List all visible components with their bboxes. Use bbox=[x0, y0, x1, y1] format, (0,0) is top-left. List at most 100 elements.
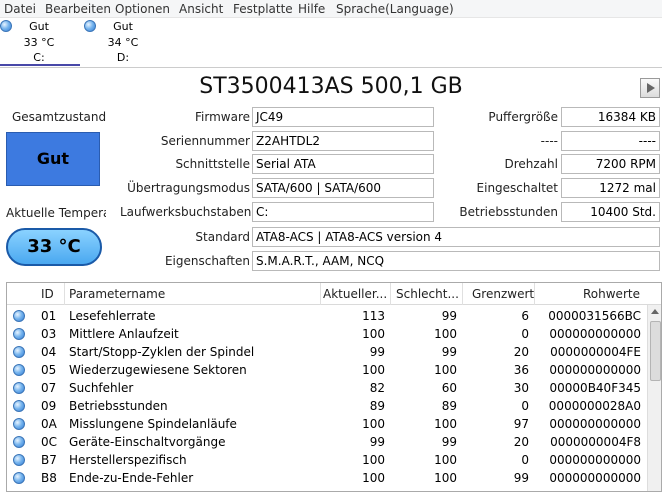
power-on-hours-label: Betriebsstunden bbox=[459, 205, 558, 219]
firmware-value: JC49 bbox=[252, 107, 434, 127]
buffer-value: 16384 KB bbox=[561, 107, 660, 127]
cell-raw: 000000000000 bbox=[549, 417, 641, 431]
cell-id: 0C bbox=[41, 435, 58, 449]
cell-current: 100 bbox=[362, 363, 385, 377]
power-on-count-value: 1272 mal bbox=[561, 178, 660, 198]
cell-id: B7 bbox=[41, 453, 57, 467]
menu-optionen[interactable]: Optionen bbox=[115, 2, 170, 16]
menu-ansicht[interactable]: Ansicht bbox=[179, 2, 223, 16]
col-header-id[interactable]: ID bbox=[41, 287, 54, 301]
disk-tabs: Gut 33 °C C: Gut 34 °C D: bbox=[0, 18, 662, 68]
cell-current: 82 bbox=[369, 381, 385, 395]
cell-id: 07 bbox=[41, 381, 57, 395]
disk-letter: C: bbox=[33, 51, 45, 64]
cell-worst: 100 bbox=[434, 471, 457, 485]
column-divider[interactable] bbox=[462, 283, 463, 305]
cell-worst: 100 bbox=[434, 453, 457, 467]
temperature-badge[interactable]: 33 °C bbox=[6, 228, 102, 266]
cell-raw: 0000000004F8 bbox=[550, 435, 641, 449]
unknown-label: ---- bbox=[540, 134, 558, 148]
cell-current: 113 bbox=[362, 309, 385, 323]
transfer-mode-value: SATA/600 | SATA/600 bbox=[252, 178, 434, 198]
table-row[interactable]: 04 Start/Stopp-Zyklen der Spindel 99 99 20 00… bbox=[7, 343, 647, 361]
cell-id: 01 bbox=[41, 309, 57, 323]
status-good-icon bbox=[13, 310, 25, 322]
cell-worst: 100 bbox=[434, 363, 457, 377]
table-row[interactable]: 01 Lesefehlerrate 113 99 6 0000031566BC bbox=[7, 307, 647, 325]
scroll-up-icon[interactable] bbox=[651, 309, 659, 314]
cell-name: Betriebsstunden bbox=[69, 399, 168, 413]
cell-name: Ende-zu-Ende-Fehler bbox=[69, 471, 194, 485]
table-scrollbar[interactable] bbox=[647, 305, 661, 491]
disk-tab-d[interactable]: Gut 34 °C D: bbox=[84, 18, 164, 66]
table-header: ID Parametername Aktueller... Schlecht..… bbox=[7, 283, 661, 305]
cell-worst: 89 bbox=[441, 399, 457, 413]
cell-name: Misslungene Spindelanläufe bbox=[69, 417, 237, 431]
play-icon bbox=[647, 83, 655, 93]
cell-raw: 000000000000 bbox=[549, 327, 641, 341]
table-row[interactable]: 03 Mittlere Anlaufzeit 100 100 0 000000000000 bbox=[7, 325, 647, 343]
cell-worst: 60 bbox=[441, 381, 457, 395]
column-divider[interactable] bbox=[534, 283, 535, 305]
menu-datei[interactable]: Datei bbox=[4, 2, 36, 16]
cell-current: 100 bbox=[362, 453, 385, 467]
status-good-icon bbox=[13, 400, 25, 412]
cell-worst: 99 bbox=[441, 345, 457, 359]
cell-worst: 100 bbox=[434, 327, 457, 341]
table-row[interactable]: 07 Suchfehler 82 60 30 00000B40F345 bbox=[7, 379, 647, 397]
cell-threshold: 0 bbox=[521, 327, 529, 341]
column-divider[interactable] bbox=[390, 283, 391, 305]
firmware-label: Firmware bbox=[195, 110, 250, 124]
table-row[interactable]: 09 Betriebsstunden 89 89 0 0000000028A0 bbox=[7, 397, 647, 415]
cell-current: 100 bbox=[362, 471, 385, 485]
unknown-value: ---- bbox=[561, 131, 660, 151]
status-good-icon bbox=[13, 382, 25, 394]
menu-hilfe[interactable]: Hilfe bbox=[298, 2, 325, 16]
cell-id: 0A bbox=[41, 417, 57, 431]
col-header-threshold[interactable]: Grenzwert bbox=[472, 287, 534, 301]
status-good-icon bbox=[13, 436, 25, 448]
cell-threshold: 99 bbox=[513, 471, 529, 485]
status-good-icon bbox=[84, 20, 96, 32]
temperature-label: Aktuelle Temperat bbox=[6, 206, 106, 220]
disk-model-title: ST3500413AS 500,1 GB bbox=[199, 74, 463, 99]
scroll-thumb[interactable] bbox=[650, 321, 661, 381]
col-header-name[interactable]: Parametername bbox=[69, 287, 165, 301]
table-row[interactable]: 0C Geräte-Einschaltvorgänge 99 99 20 00000000… bbox=[7, 433, 647, 451]
table-row[interactable]: 05 Wiederzugewiesene Sektoren 100 100 36 0000… bbox=[7, 361, 647, 379]
cell-raw: 000000000000 bbox=[549, 363, 641, 377]
cell-name: Wiederzugewiesene Sektoren bbox=[69, 363, 247, 377]
menu-festplatte[interactable]: Festplatte bbox=[233, 2, 293, 16]
column-divider[interactable] bbox=[320, 283, 321, 305]
cell-threshold: 0 bbox=[521, 453, 529, 467]
cell-raw: 000000000000 bbox=[549, 453, 641, 467]
disk-letter: D: bbox=[116, 51, 130, 64]
disk-status: Gut bbox=[29, 20, 49, 33]
menu-sprache[interactable]: Sprache(Language) bbox=[336, 2, 454, 16]
cell-name: Herstellerspezifisch bbox=[69, 453, 187, 467]
disk-tab-c[interactable]: Gut 33 °C C: bbox=[0, 18, 80, 66]
next-disk-button[interactable] bbox=[640, 78, 660, 98]
col-header-worst[interactable]: Schlecht... bbox=[396, 287, 460, 301]
cell-worst: 99 bbox=[441, 309, 457, 323]
status-good-icon bbox=[13, 346, 25, 358]
standard-label: Standard bbox=[195, 230, 250, 244]
cell-name: Lesefehlerrate bbox=[69, 309, 156, 323]
menu-bar: Datei Bearbeiten Optionen Ansicht Festpl… bbox=[0, 0, 662, 18]
drive-letters-label: Laufwerksbuchstaben bbox=[120, 205, 252, 219]
drive-letters-value: C: bbox=[252, 202, 434, 222]
disk-temp: 34 °C bbox=[107, 36, 139, 49]
health-status-button[interactable]: Gut bbox=[6, 132, 100, 186]
table-row[interactable]: 0A Misslungene Spindelanläufe 100 100 97 0000… bbox=[7, 415, 647, 433]
col-header-current[interactable]: Aktueller... bbox=[323, 287, 387, 301]
cell-current: 99 bbox=[369, 435, 385, 449]
menu-bearbeiten[interactable]: Bearbeiten bbox=[45, 2, 111, 16]
serial-value: Z2AHTDL2 bbox=[252, 131, 434, 151]
table-row[interactable]: B7 Herstellerspezifisch 100 100 0 00000000000… bbox=[7, 451, 647, 469]
col-header-raw[interactable]: Rohwerte bbox=[583, 287, 640, 301]
table-row[interactable]: B8 Ende-zu-Ende-Fehler 100 100 99 00000000000… bbox=[7, 469, 647, 487]
column-divider[interactable] bbox=[64, 283, 65, 305]
power-on-count-label: Eingeschaltet bbox=[476, 181, 558, 195]
cell-id: 03 bbox=[41, 327, 57, 341]
disk-temp: 33 °C bbox=[23, 36, 55, 49]
